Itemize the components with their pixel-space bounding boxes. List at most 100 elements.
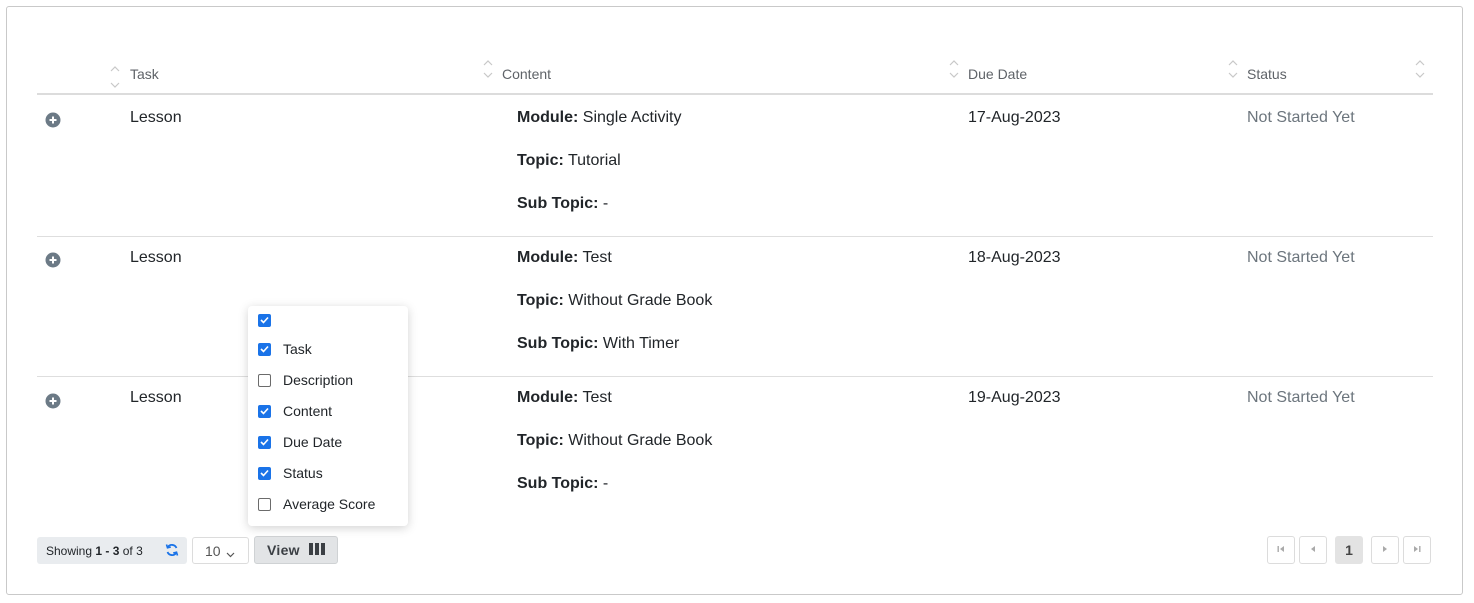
module-value: Single Activity: [578, 109, 682, 126]
showing-range: 1 - 3: [95, 543, 120, 558]
page-button-current[interactable]: 1: [1335, 536, 1363, 564]
column-option-description[interactable]: Description: [258, 370, 353, 390]
previous-page-icon: [1308, 541, 1318, 559]
task-cell: Lesson: [130, 389, 182, 406]
column-option-average-score[interactable]: Average Score: [258, 494, 375, 514]
table-row: Lesson Module: Test Topic: Without Grade…: [37, 237, 1433, 377]
topic-value: Without Grade Book: [563, 292, 713, 309]
due-date-cell: 17-Aug-2023: [968, 109, 1061, 126]
subtopic-value: -: [598, 195, 609, 212]
task-cell: Lesson: [130, 109, 182, 126]
content-cell: Module: Test Topic: Without Grade Book S…: [517, 389, 712, 518]
showing-suffix: of 3: [119, 543, 143, 558]
expand-row-icon[interactable]: [45, 112, 61, 128]
checkbox-checked-icon[interactable]: [258, 404, 271, 418]
sort-icon[interactable]: [1228, 55, 1238, 85]
page-size-select[interactable]: 10: [192, 537, 249, 564]
page-size-value: 10: [205, 542, 221, 559]
column-visibility-menu: Task Description Content Due Date Status…: [248, 306, 408, 526]
content-cell: Module: Single Activity Topic: Tutorial …: [517, 109, 681, 238]
first-page-icon: [1276, 541, 1286, 559]
column-header-label: Content: [502, 66, 552, 82]
module-line: Module: Single Activity: [517, 109, 681, 152]
status-cell: Not Started Yet: [1247, 109, 1355, 126]
last-page-icon: [1412, 541, 1422, 559]
checkbox-checked-icon[interactable]: [258, 435, 271, 449]
column-option-content[interactable]: Content: [258, 401, 332, 421]
topic-value: Tutorial: [563, 152, 621, 169]
chevron-down-icon: [226, 546, 235, 558]
column-option-label: Average Score: [283, 496, 376, 512]
sort-icon[interactable]: [949, 55, 959, 85]
topic-line: Topic: Without Grade Book: [517, 432, 712, 475]
subtopic-label: Sub Topic:: [517, 335, 599, 352]
sort-icon[interactable]: [1415, 55, 1425, 85]
subtopic-line: Sub Topic: -: [517, 475, 712, 518]
view-button-label: View: [267, 542, 300, 558]
column-option-task[interactable]: Task: [258, 339, 312, 359]
next-page-icon: [1380, 541, 1390, 559]
column-header-content[interactable]: Content: [496, 55, 551, 93]
module-label: Module:: [517, 109, 579, 126]
checkbox-checked-icon[interactable]: [258, 342, 271, 356]
next-page-button[interactable]: [1371, 536, 1399, 564]
subtopic-value: -: [598, 475, 609, 492]
column-header-status[interactable]: Status: [1241, 55, 1287, 93]
checkbox-unchecked-icon[interactable]: [258, 373, 271, 387]
module-line: Module: Test: [517, 249, 712, 292]
status-cell: Not Started Yet: [1247, 389, 1355, 406]
content-cell: Module: Test Topic: Without Grade Book S…: [517, 249, 712, 378]
pagination-info: Showing 1 - 3 of 3: [37, 537, 187, 564]
task-cell: Lesson: [130, 249, 182, 266]
checkbox-unchecked-icon[interactable]: [258, 497, 271, 511]
subtopic-value: With Timer: [598, 335, 680, 352]
column-option-select[interactable]: [258, 310, 283, 330]
module-label: Module:: [517, 249, 579, 266]
table-row: Lesson Module: Test Topic: Without Grade…: [37, 377, 1433, 517]
column-option-status[interactable]: Status: [258, 463, 323, 483]
checkbox-checked-icon[interactable]: [258, 466, 271, 480]
column-option-label: Due Date: [283, 434, 343, 450]
column-option-label: Description: [283, 372, 354, 388]
expand-row-icon[interactable]: [45, 393, 61, 409]
columns-icon: [308, 542, 325, 558]
refresh-icon[interactable]: [165, 543, 179, 557]
module-value: Test: [578, 389, 612, 406]
module-label: Module:: [517, 389, 579, 406]
topic-label: Topic:: [517, 292, 564, 309]
last-page-button[interactable]: [1403, 536, 1431, 564]
due-date-cell: 18-Aug-2023: [968, 249, 1061, 266]
status-cell: Not Started Yet: [1247, 249, 1355, 266]
module-value: Test: [578, 249, 612, 266]
column-option-label: Task: [283, 341, 312, 357]
topic-line: Topic: Tutorial: [517, 152, 681, 195]
sort-icon[interactable]: [110, 61, 120, 91]
column-option-due-date[interactable]: Due Date: [258, 432, 342, 452]
column-header-label: Due Date: [968, 66, 1028, 82]
sort-icon[interactable]: [483, 55, 493, 85]
subtopic-label: Sub Topic:: [517, 475, 599, 492]
topic-line: Topic: Without Grade Book: [517, 292, 712, 335]
previous-page-button[interactable]: [1299, 536, 1327, 564]
table-row: Lesson Module: Single Activity Topic: Tu…: [37, 97, 1433, 237]
subtopic-line: Sub Topic: -: [517, 195, 681, 238]
checkbox-checked-icon[interactable]: [258, 313, 271, 327]
topic-value: Without Grade Book: [563, 432, 713, 449]
view-columns-button[interactable]: View: [254, 536, 338, 564]
column-header-task[interactable]: Task: [124, 55, 159, 93]
table-header: Task Content Due Date Status: [37, 55, 1433, 95]
column-header-due-date[interactable]: Due Date: [962, 55, 1027, 93]
column-header-label: Status: [1247, 66, 1287, 82]
subtopic-label: Sub Topic:: [517, 195, 599, 212]
column-option-label: Content: [283, 403, 333, 419]
first-page-button[interactable]: [1267, 536, 1295, 564]
column-option-label: Status: [283, 465, 323, 481]
module-line: Module: Test: [517, 389, 712, 432]
due-date-cell: 19-Aug-2023: [968, 389, 1061, 406]
subtopic-line: Sub Topic: With Timer: [517, 335, 712, 378]
topic-label: Topic:: [517, 152, 564, 169]
showing-prefix: Showing: [46, 543, 96, 558]
expand-row-icon[interactable]: [45, 252, 61, 268]
column-header-label: Task: [130, 66, 159, 82]
topic-label: Topic:: [517, 432, 564, 449]
